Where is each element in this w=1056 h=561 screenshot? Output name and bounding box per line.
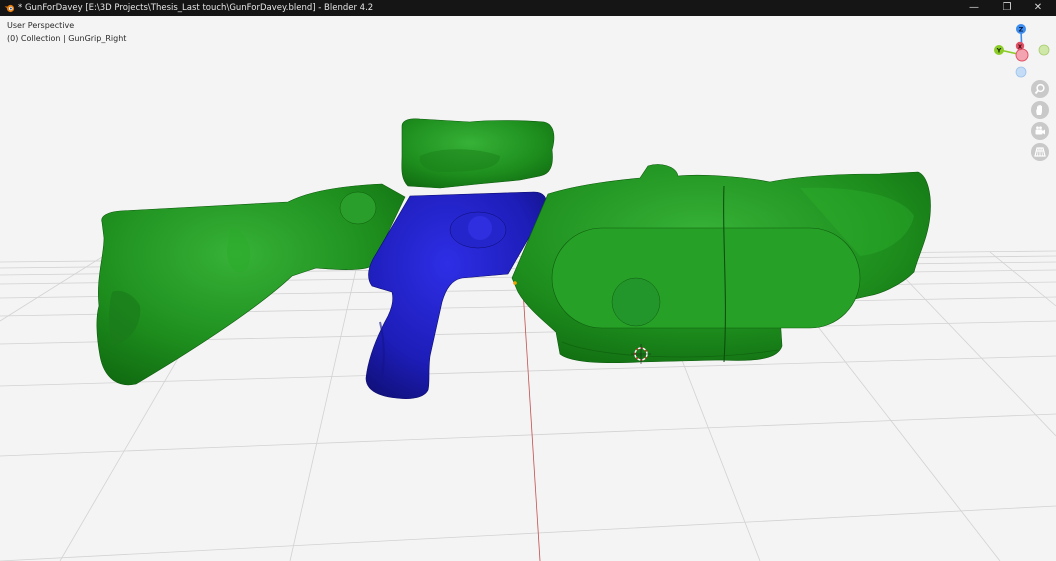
x-axis-line <box>521 273 541 561</box>
perspective-toggle-button[interactable] <box>1031 143 1049 161</box>
gun-side-pod-mesh[interactable] <box>551 227 861 329</box>
title-bar: * GunForDavey [E:\3D Projects\Thesis_Las… <box>0 0 1056 16</box>
hand-pan-icon <box>1036 104 1042 115</box>
window-title: * GunForDavey [E:\3D Projects\Thesis_Las… <box>18 3 374 13</box>
gizmo-y-label: Y <box>996 47 1002 55</box>
camera-view-button[interactable] <box>1031 122 1049 140</box>
zoom-icon <box>1034 83 1045 95</box>
3d-viewport[interactable]: User Perspective (0) Collection | GunGri… <box>0 16 1056 561</box>
collection-object-label: (0) Collection | GunGrip_Right <box>7 34 127 43</box>
navigation-gizmo[interactable]: Z Y X <box>990 20 1056 90</box>
gun-mesh[interactable] <box>96 118 931 400</box>
minimize-button[interactable]: — <box>956 0 992 16</box>
camera-icon <box>1035 126 1045 135</box>
zoom-button[interactable] <box>1031 80 1049 98</box>
close-button[interactable]: ✕ <box>1020 0 1056 16</box>
blender-window: * GunForDavey [E:\3D Projects\Thesis_Las… <box>0 0 1056 561</box>
pan-button[interactable] <box>1031 101 1049 119</box>
gizmo-z-label: Z <box>1019 26 1024 34</box>
blender-logo-icon <box>4 4 15 13</box>
grid-perspective-icon <box>1034 147 1046 157</box>
object-origin-icon <box>513 281 517 285</box>
view-name-label: User Perspective <box>7 21 75 30</box>
viewport-scene[interactable] <box>0 16 1056 561</box>
